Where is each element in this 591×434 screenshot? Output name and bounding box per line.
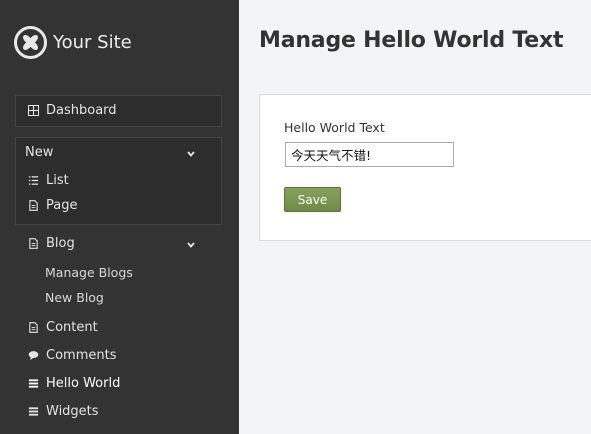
nav-item-list[interactable]: List [26,173,69,188]
menu-lines-icon [26,377,40,391]
hello-world-text-label: Hello World Text [284,120,385,135]
nav-item-label: Content [46,320,98,335]
list-icon [26,174,40,188]
save-button[interactable]: Save [284,187,341,212]
nav-item-dashboard[interactable]: Dashboard [26,103,117,118]
chevron-down-icon[interactable] [186,240,196,250]
menu-lines-icon [26,405,40,419]
page-title: Manage Hello World Text [259,28,564,53]
site-logo[interactable]: Your Site [14,25,132,59]
sidebar: Your Site Dashboard New List Page Blog M… [0,0,239,434]
form-panel [259,94,591,241]
comment-icon [26,349,40,363]
nav-group-label: Blog [46,236,75,251]
nav-item-comments[interactable]: Comments [26,348,116,363]
nav-item-label: Comments [46,348,117,363]
nav-subitem-new-blog[interactable]: New Blog [45,290,104,305]
nav-item-label: Dashboard [46,103,117,118]
nav-group-blog[interactable]: Blog [26,236,75,251]
document-icon [26,199,40,213]
hello-world-text-input[interactable] [285,142,454,167]
nav-item-label: List [46,173,69,188]
nav-group-label: New [25,145,54,160]
nav-item-page[interactable]: Page [26,198,77,213]
nav-subitem-manage-blogs[interactable]: Manage Blogs [45,265,133,280]
nav-item-hello-world[interactable]: Hello World [26,376,120,391]
dashboard-icon [26,104,40,118]
nav-item-widgets[interactable]: Widgets [26,404,99,419]
nav-item-label: Page [46,198,78,213]
nav-group-new[interactable]: New [25,145,53,160]
document-icon [26,237,40,251]
document-icon [26,321,40,335]
nav-item-label: Hello World [46,376,121,391]
orchard-logo-icon [14,25,47,59]
nav-item-label: Widgets [46,404,99,419]
nav-item-content[interactable]: Content [26,320,98,335]
chevron-down-icon[interactable] [186,149,196,159]
site-name: Your Site [53,31,132,53]
